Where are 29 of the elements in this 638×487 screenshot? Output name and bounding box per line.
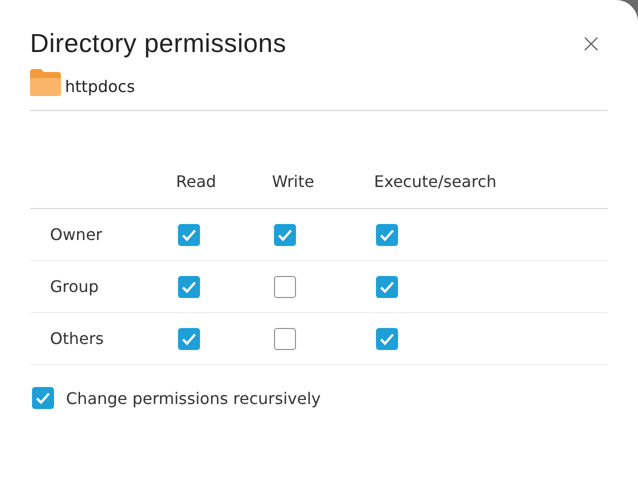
checkbox[interactable] bbox=[32, 387, 54, 409]
row-label: Group bbox=[49, 277, 100, 296]
check-icon bbox=[379, 280, 395, 294]
checkbox[interactable] bbox=[376, 224, 398, 246]
checkbox[interactable] bbox=[376, 328, 398, 350]
column-header: Write bbox=[272, 171, 316, 191]
column-header: Read bbox=[176, 171, 218, 191]
folder-icon bbox=[30, 69, 61, 96]
dialog-title: Directory permissions bbox=[30, 28, 286, 59]
check-icon bbox=[379, 228, 395, 242]
row-label: Others bbox=[49, 329, 105, 348]
check-icon bbox=[277, 228, 293, 242]
checkbox[interactable] bbox=[274, 224, 296, 246]
checkbox[interactable] bbox=[274, 276, 296, 298]
check-icon bbox=[181, 228, 197, 242]
row-label: Owner bbox=[49, 225, 104, 244]
close-button[interactable]: × bbox=[574, 30, 608, 56]
checkbox[interactable] bbox=[376, 276, 398, 298]
check-icon bbox=[181, 332, 197, 346]
checkbox-label: Change permissions recursively bbox=[66, 388, 321, 408]
check-icon bbox=[181, 280, 197, 294]
checkbox[interactable] bbox=[178, 224, 200, 246]
checkbox[interactable] bbox=[178, 276, 200, 298]
checkbox[interactable] bbox=[274, 328, 296, 350]
checkbox[interactable] bbox=[178, 328, 200, 350]
column-header: Execute/search bbox=[374, 171, 498, 191]
folder-name: httpdocs bbox=[65, 77, 135, 96]
check-icon bbox=[35, 391, 51, 405]
check-icon bbox=[379, 332, 395, 346]
